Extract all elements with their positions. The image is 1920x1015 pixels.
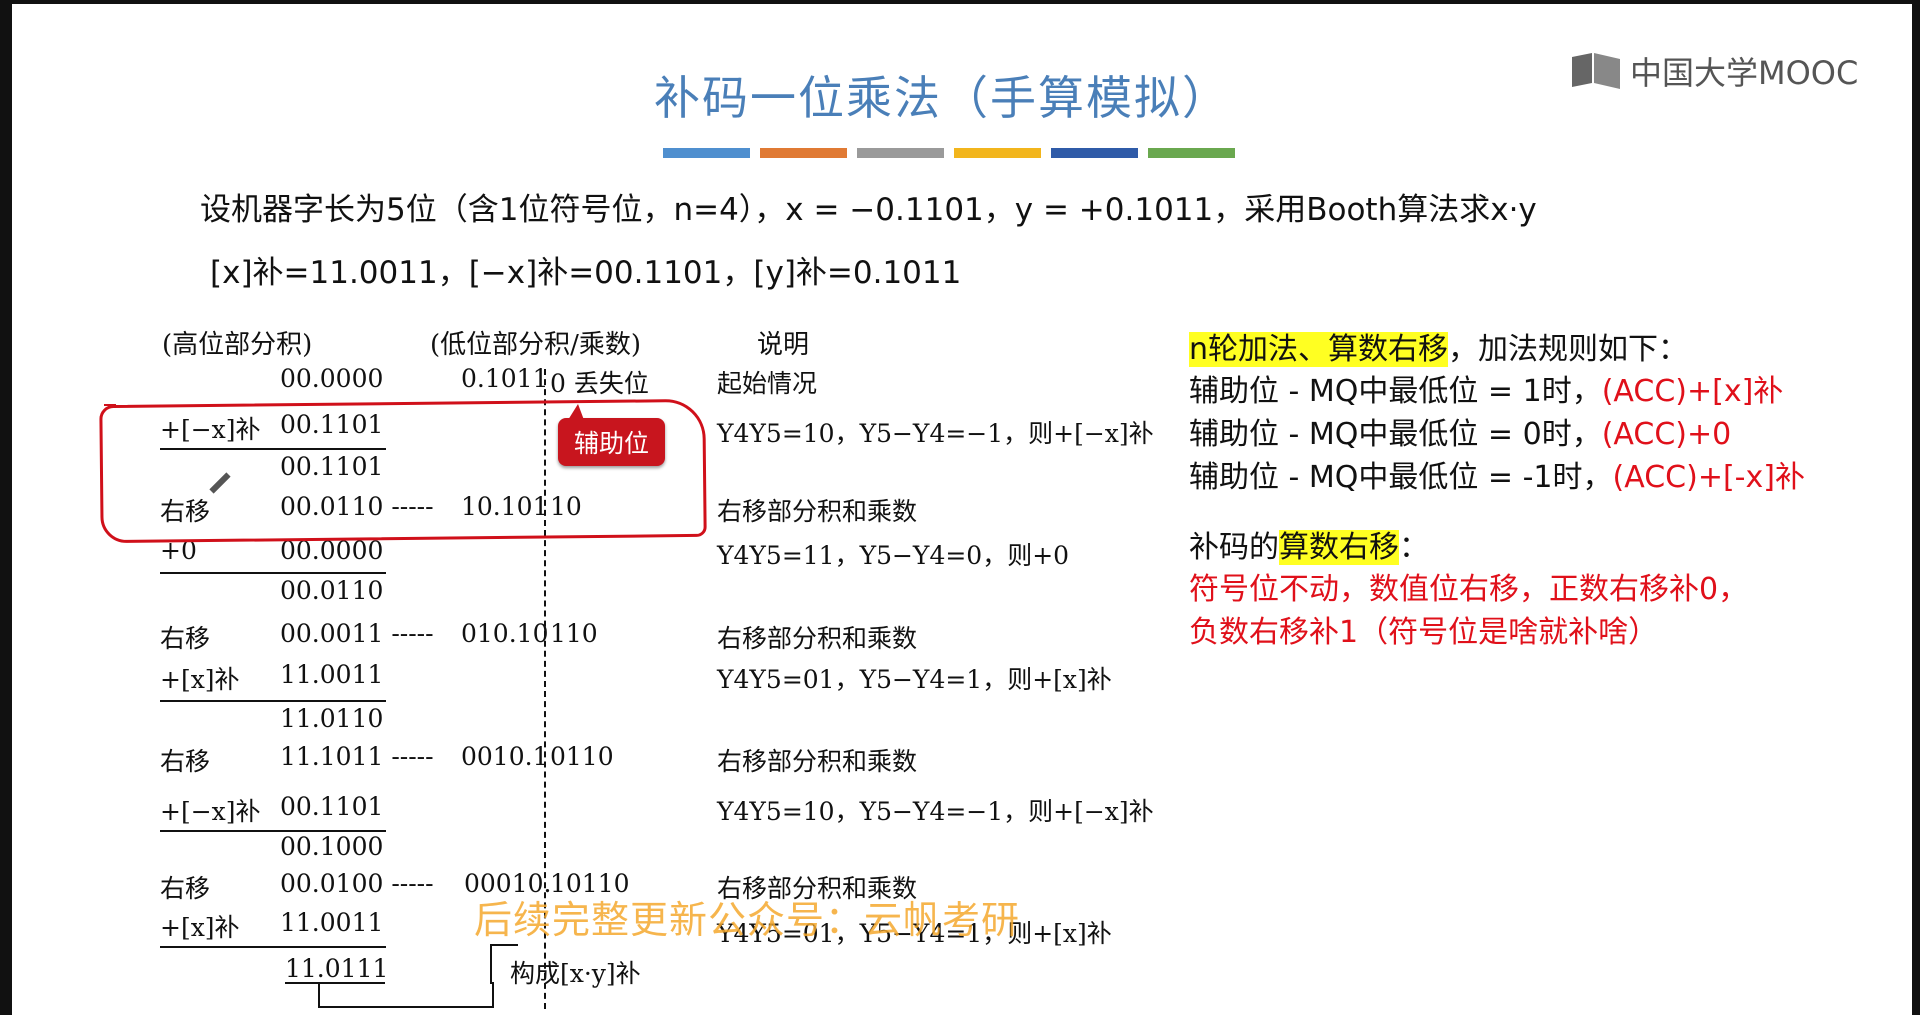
rule-3-op: (ACC)+[-x]补: [1612, 460, 1805, 495]
bracket-riser: [490, 944, 492, 984]
high-value: 00.0000: [280, 364, 384, 393]
rule-2-op: (ACC)+0: [1601, 417, 1732, 452]
color-bar: [663, 148, 750, 158]
color-bars: [663, 148, 1235, 158]
red-tick: [104, 404, 116, 406]
shift-heading: 补码的算数右移：: [1189, 522, 1429, 566]
sum-rule: [160, 700, 386, 702]
aux-bit-callout: 辅助位: [558, 404, 666, 466]
low-value: 0.1011: [461, 364, 549, 393]
rule-1-op: (ACC)+[x]补: [1601, 374, 1784, 409]
shift-heading-highlight: 算数右移: [1279, 530, 1399, 565]
high-value: 11.0110: [280, 704, 384, 733]
color-bar: [857, 148, 944, 158]
high-value: 00.0011 -----: [280, 619, 434, 648]
note: Y4Y5=10，Y5−Y4=−1，则+[−x]补: [717, 419, 1154, 448]
low-value: 0010.1: [461, 742, 549, 771]
shift-description-1: 符号位不动，数值位右移，正数右移补0，: [1189, 572, 1749, 607]
note: 右移部分积和乘数: [717, 497, 918, 526]
note: Y4Y5=10，Y5−Y4=−1，则+[−x]补: [717, 797, 1154, 826]
rules-heading-rest: ，加法规则如下：: [1448, 332, 1689, 367]
high-value: 11.1011 -----: [280, 742, 434, 771]
high-value: 00.0110: [280, 576, 384, 605]
op-label: 右移: [160, 874, 211, 903]
bracket-join: [490, 944, 518, 946]
slide: 补码一位乘法（手算模拟） 中国大学MOOC 设机器字长为5位（含1位符号位，n=…: [12, 4, 1912, 1015]
high-value: 11.0011: [280, 908, 384, 937]
note: 右移部分积和乘数: [717, 747, 918, 776]
rule-1-text: 辅助位 - MQ中最低位 = 1时，: [1189, 374, 1602, 409]
shift-heading-pre: 补码的: [1189, 530, 1279, 565]
color-bar: [760, 148, 847, 158]
rule-3: 辅助位 - MQ中最低位 = -1时，(ACC)+[-x]补: [1189, 452, 1805, 496]
op-label: +[x]补: [160, 665, 240, 694]
problem-statement: 设机器字长为5位（含1位符号位，n=4），x = −0.1101，y = +0.…: [200, 192, 1537, 228]
shift-description-2: 负数右移补1（符号位是啥就补啥）: [1189, 615, 1659, 650]
aux-bit: 110: [550, 619, 598, 648]
op-label: +[x]补: [160, 913, 240, 942]
complement-values: [x]补=11.0011，[−x]补=00.1101，[y]补=0.1011: [210, 255, 962, 291]
rule-1: 辅助位 - MQ中最低位 = 1时，(ACC)+[x]补: [1189, 366, 1783, 410]
note: 右移部分积和乘数: [717, 624, 918, 653]
rule-3-text: 辅助位 - MQ中最低位 = -1时，: [1189, 460, 1613, 495]
watermark: 后续完整更新公众号：云帆考研: [474, 898, 1021, 942]
color-bar: [1051, 148, 1138, 158]
aux-bit: 0 丢失位: [550, 369, 649, 398]
rule-2-text: 辅助位 - MQ中最低位 = 0时，: [1189, 417, 1602, 452]
high-value: 00.1101: [280, 792, 384, 821]
sum-rule: [160, 572, 386, 574]
op-label: 右移: [160, 624, 211, 653]
result-bracket: [318, 982, 494, 1008]
mooc-logo-text: 中国大学MOOC: [1630, 54, 1859, 92]
result-high-value: 11.0111: [285, 954, 389, 983]
op-label: +[−x]补: [160, 797, 261, 826]
rule-2: 辅助位 - MQ中最低位 = 0时，(ACC)+0: [1189, 409, 1731, 453]
high-value: 00.1000: [280, 832, 384, 861]
color-bar: [1148, 148, 1235, 158]
high-value: 11.0011: [280, 660, 384, 689]
note: 起始情况: [717, 369, 818, 398]
header-low: (低位部分积/乘数): [430, 330, 642, 360]
shift-heading-post: ：: [1399, 530, 1429, 565]
note: Y4Y5=11，Y5−Y4=0，则+0: [717, 541, 1070, 570]
note: Y4Y5=01，Y5−Y4=1，则+[x]补: [717, 665, 1112, 694]
mooc-logo: 中国大学MOOC: [1570, 48, 1858, 94]
mooc-book-icon: [1572, 53, 1620, 89]
aux-bit: 0110: [550, 742, 614, 771]
header-high: (高位部分积): [162, 330, 313, 360]
high-value: 00.0100 -----: [280, 869, 434, 898]
sum-rule: [160, 946, 386, 948]
rules-heading-highlight: n轮加法、算数右移: [1189, 332, 1449, 367]
color-bar: [954, 148, 1041, 158]
low-value: 010.10: [461, 619, 549, 648]
op-label: 右移: [160, 747, 211, 776]
header-note: 说明: [757, 330, 810, 360]
result-label: 构成[x·y]补: [510, 959, 641, 988]
rules-heading: n轮加法、算数右移，加法规则如下：: [1189, 324, 1688, 368]
